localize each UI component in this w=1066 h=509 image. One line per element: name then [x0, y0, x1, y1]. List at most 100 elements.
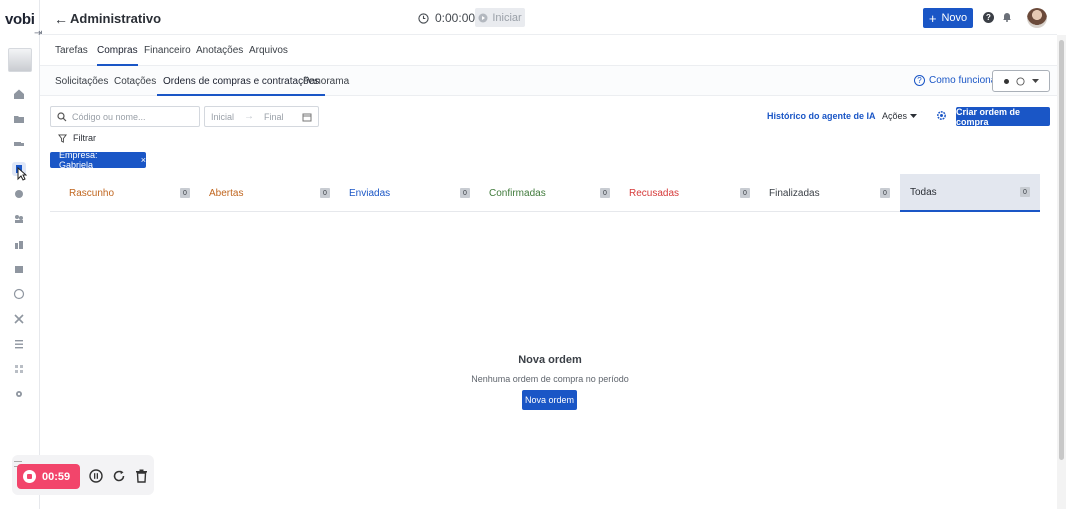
filter-label: Filtrar [73, 133, 96, 143]
new-order-button[interactable]: Nova ordem [522, 390, 577, 410]
plus-icon: + [928, 10, 937, 26]
start-timer-button[interactable]: Iniciar [475, 8, 525, 27]
box-icon[interactable] [12, 263, 26, 275]
play-icon [478, 13, 488, 22]
truck-icon[interactable] [12, 138, 26, 150]
status-tab-label: Enviadas [349, 187, 391, 199]
status-tab-rascunho[interactable]: Rascunho 0 [50, 174, 190, 212]
status-tab-label: Recusadas [629, 187, 680, 199]
status-tab-count: 0 [320, 188, 330, 198]
how-it-works-label: Como funciona [929, 75, 997, 86]
status-tab-recusadas[interactable]: Recusadas 0 [610, 174, 750, 212]
status-tab-finalizadas[interactable]: Finalizadas 0 [750, 174, 890, 212]
how-it-works-link[interactable]: ? Como funciona [914, 75, 996, 86]
list-icon[interactable] [12, 338, 26, 350]
filter-icon [58, 133, 67, 143]
recording-time: 00:59 [42, 470, 71, 483]
status-tab-label: Todas [910, 186, 937, 198]
date-end-input[interactable]: Final [264, 112, 284, 122]
subtab-ordens[interactable]: Ordens de compras e contratações [157, 76, 326, 96]
actions-dropdown[interactable]: Ações [882, 111, 918, 121]
help-circle-icon: ? [914, 75, 925, 86]
mouse-cursor-icon [17, 166, 28, 184]
stop-recording-button[interactable]: 00:59 [17, 464, 80, 489]
tab-tarefas[interactable]: Tarefas [55, 45, 88, 66]
status-tab-todas[interactable]: Todas 0 [900, 174, 1040, 212]
search-icon [57, 111, 67, 121]
start-timer-label: Iniciar [492, 11, 522, 24]
stop-icon [23, 470, 36, 483]
buildings-icon[interactable] [12, 238, 26, 250]
status-tabs: Rascunho 0 Abertas 0 Enviadas 0 Confirma… [50, 174, 1040, 212]
subtab-cotacoes[interactable]: Cotações [114, 76, 156, 96]
chevron-down-icon [1031, 78, 1039, 83]
tools-icon[interactable] [12, 313, 26, 325]
empty-state-title: Nova ordem [518, 354, 582, 366]
chat-icon[interactable] [12, 188, 26, 200]
status-tab-label: Abertas [209, 187, 244, 199]
status-tab-count: 0 [600, 188, 610, 198]
sidebar: vobi ⇥ [0, 0, 42, 509]
status-tab-abertas[interactable]: Abertas 0 [190, 174, 330, 212]
tab-arquivos[interactable]: Arquivos [249, 45, 288, 66]
chip-label: Empresa: Gabriela [59, 150, 98, 170]
new-button-label: Novo [941, 12, 968, 24]
status-tab-label: Confirmadas [489, 187, 546, 199]
folder-icon[interactable] [12, 113, 26, 125]
settings-icon[interactable] [12, 388, 26, 400]
top-bar: ← Administrativo 0:00:00 Iniciar + Novo … [40, 0, 1057, 35]
page-title: Administrativo [70, 11, 162, 26]
project-thumbnail[interactable] [8, 48, 32, 72]
pause-icon[interactable] [89, 469, 103, 486]
sub-tabs: Solicitações Cotações Ordens de compras … [40, 66, 1057, 96]
timer: 0:00:00 [418, 11, 475, 25]
home-icon[interactable] [12, 88, 26, 100]
whatsapp-icon [1015, 76, 1025, 86]
trash-icon[interactable] [135, 469, 148, 486]
gear-icon[interactable] [936, 110, 947, 124]
empty-state-subtitle: Nenhuma ordem de compra no período [471, 374, 629, 384]
tab-anotacoes[interactable]: Anotações [196, 45, 243, 66]
dollar-icon[interactable] [12, 288, 26, 300]
date-start-input[interactable]: Inicial [211, 112, 234, 122]
status-tab-count: 0 [460, 188, 470, 198]
bell-icon[interactable] [1002, 11, 1012, 25]
date-range-picker[interactable]: Inicial → Final [204, 106, 319, 127]
remove-filter-icon[interactable]: × [141, 155, 146, 165]
back-arrow-icon[interactable]: ← [54, 11, 68, 27]
create-purchase-order-button[interactable]: Criar ordem de compra [956, 107, 1050, 127]
main-tabs: Tarefas Compras Financeiro Anotações Arq… [40, 36, 1057, 66]
people-icon[interactable] [12, 213, 26, 225]
status-tab-enviadas[interactable]: Enviadas 0 [330, 174, 470, 212]
status-tab-count: 0 [1020, 187, 1030, 197]
timer-value: 0:00:00 [435, 11, 476, 25]
company-filter-chip: Empresa: Gabriela × [50, 150, 146, 170]
status-tab-count: 0 [880, 188, 890, 198]
subtab-panorama[interactable]: Panorama [303, 76, 349, 96]
status-tab-label: Finalizadas [769, 187, 820, 199]
status-tab-confirmadas[interactable]: Confirmadas 0 [470, 174, 610, 212]
subtab-solicitacoes[interactable]: Solicitações [55, 76, 108, 96]
tab-compras[interactable]: Compras [97, 45, 138, 66]
calendar-icon [302, 113, 312, 121]
new-button[interactable]: + Novo [923, 8, 973, 28]
clock-icon [418, 12, 429, 24]
actions-label: Ações [882, 111, 908, 121]
scrollbar-thumb[interactable] [1059, 40, 1064, 460]
ai-agent-history-link[interactable]: Histórico do agente de IA [767, 111, 876, 121]
status-dot-icon [1003, 78, 1009, 84]
contact-select[interactable] [992, 70, 1050, 92]
help-icon[interactable]: ? [983, 12, 994, 23]
caret-down-icon [910, 113, 918, 118]
status-tab-count: 0 [180, 188, 190, 198]
search-placeholder: Código ou nome... [72, 111, 146, 122]
avatar[interactable] [1027, 8, 1047, 28]
tab-financeiro[interactable]: Financeiro [144, 45, 191, 66]
search-input[interactable]: Código ou nome... [50, 106, 200, 127]
filter-button[interactable]: Filtrar [58, 133, 96, 143]
arrow-right-icon: → [244, 111, 255, 122]
app-logo: vobi [5, 11, 35, 28]
restart-icon[interactable] [112, 469, 126, 486]
status-tab-count: 0 [740, 188, 750, 198]
status-tab-label: Rascunho [69, 187, 115, 199]
